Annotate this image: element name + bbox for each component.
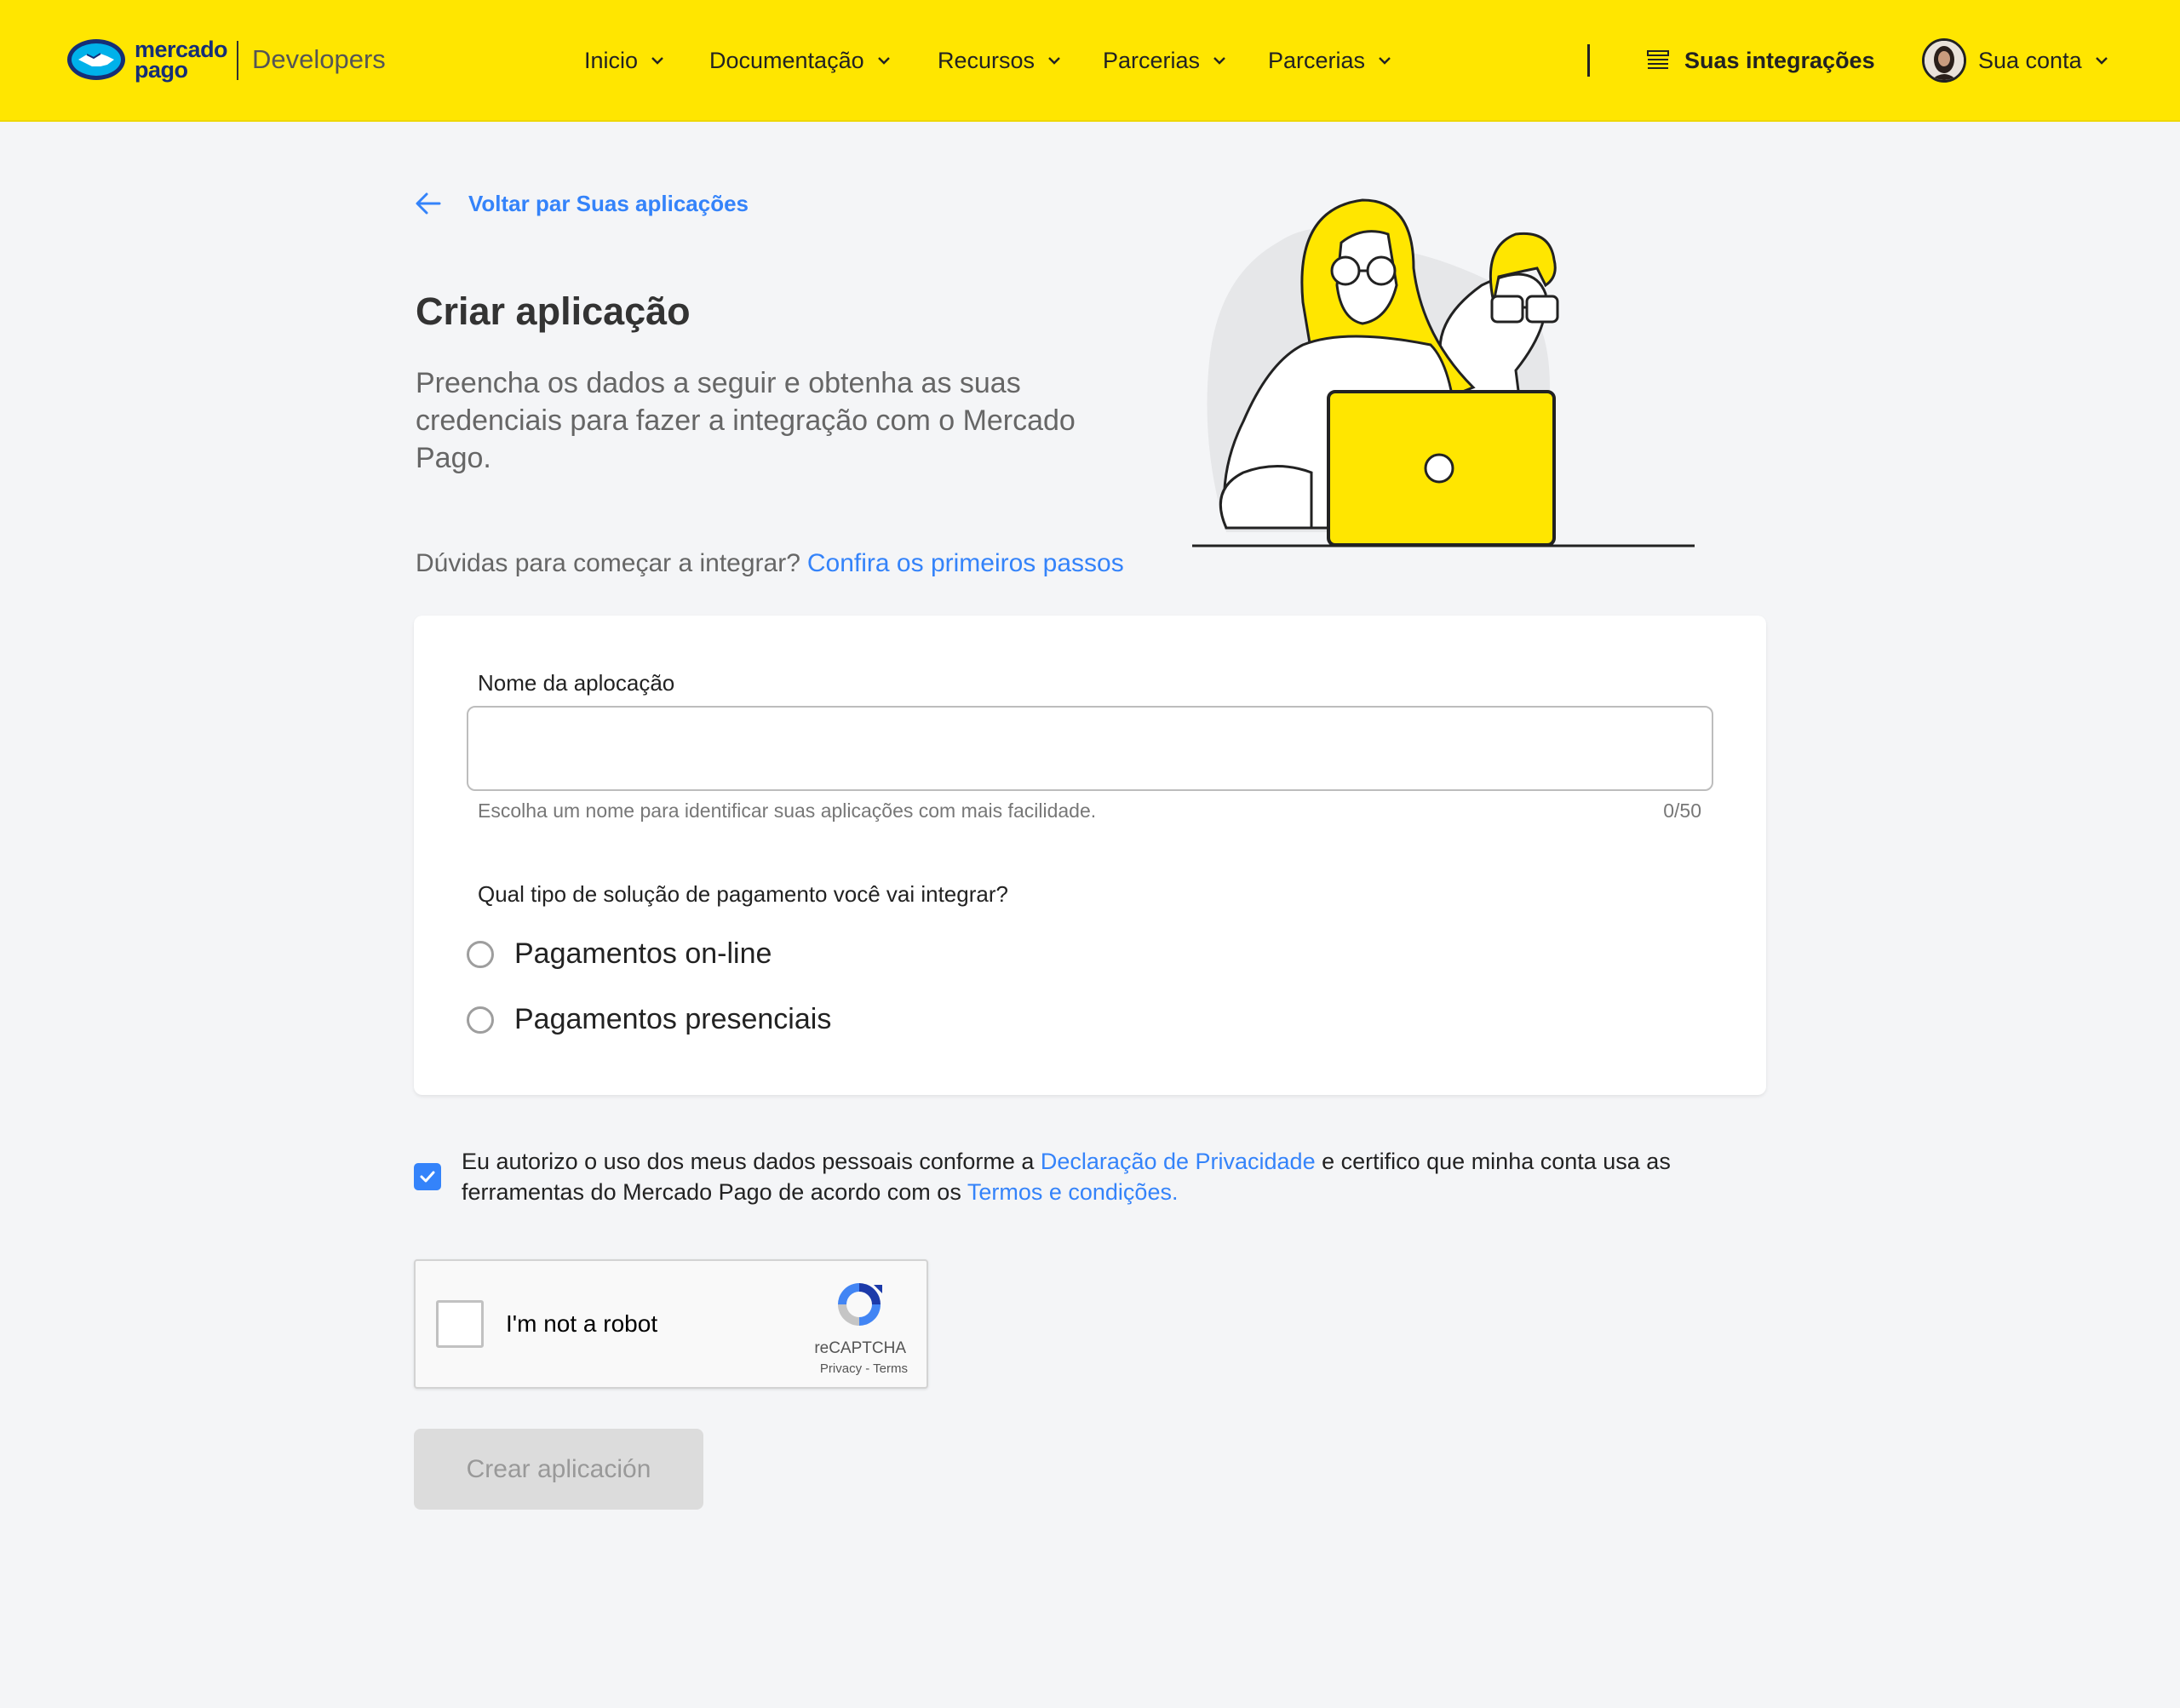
page-title: Criar aplicação <box>416 289 691 333</box>
avatar <box>1922 38 1966 83</box>
chevron-down-icon <box>1379 57 1391 65</box>
create-app-button[interactable]: Crear aplicación <box>414 1429 703 1510</box>
nav-item-parcerias[interactable]: Parcerias <box>1103 45 1227 76</box>
consent-text: Eu autorizo o uso dos meus dados pessoai… <box>462 1149 1671 1205</box>
chevron-down-icon <box>1048 57 1060 65</box>
chevron-down-icon <box>2095 57 2108 65</box>
app-name-label: Nome da aplocação <box>478 670 675 696</box>
radio-circle[interactable] <box>467 1006 494 1034</box>
terms-link[interactable]: Termos e condições. <box>967 1179 1179 1205</box>
recaptcha-links[interactable]: Privacy - Terms <box>820 1361 908 1376</box>
radio-online-payments[interactable]: Pagamentos on-line <box>467 937 772 971</box>
suas-integracoes-link[interactable]: Suas integrações <box>1645 43 1875 77</box>
logo-divider <box>237 41 238 80</box>
recaptcha-widget: I'm not a robot reCAPTCHA Privacy - Term… <box>414 1259 928 1389</box>
top-navbar: mercado pago Developers Inicio Documenta… <box>0 0 2180 122</box>
back-link[interactable]: Voltar par Suas aplicações <box>414 189 749 218</box>
payment-type-question: Qual tipo de solução de pagamento você v… <box>478 881 1008 907</box>
app-name-counter: 0/50 <box>1663 800 1701 822</box>
app-name-input[interactable] <box>467 706 1713 791</box>
mercado-pago-logo[interactable]: mercado pago <box>66 37 228 83</box>
list-icon <box>1647 50 1669 69</box>
radio-in-person-payments[interactable]: Pagamentos presenciais <box>467 1003 831 1036</box>
recaptcha-label: I'm not a robot <box>506 1310 658 1337</box>
account-menu[interactable]: Sua conta <box>1922 37 2109 83</box>
developers-label: Developers <box>252 44 386 74</box>
chevron-down-icon <box>651 57 663 65</box>
nav-item-recursos[interactable]: Recursos <box>938 45 1062 76</box>
create-app-form-card: Nome da aplocação Escolha um nome para i… <box>414 616 1766 1095</box>
recaptcha-icon <box>838 1283 882 1326</box>
nav-item-documentacao[interactable]: Documentação <box>709 45 892 76</box>
developers-illustration <box>1192 198 1695 547</box>
nav-divider <box>1587 44 1590 77</box>
radio-circle[interactable] <box>467 940 494 968</box>
doubts-line: Dúvidas para começar a integrar? Confira … <box>416 549 1124 577</box>
logo-text: mercado pago <box>135 37 228 83</box>
arrow-left-icon <box>416 192 441 215</box>
page-subtitle: Preencha os dados a seguir e obtenha as … <box>416 367 1076 474</box>
privacy-consent: Eu autorizo o uso dos meus dados pessoai… <box>414 1146 1751 1207</box>
recaptcha-brand: reCAPTCHA <box>814 1339 906 1357</box>
privacy-declaration-link[interactable]: Declaração de Privacidade <box>1041 1149 1316 1174</box>
check-icon <box>420 1171 435 1183</box>
chevron-down-icon <box>1213 57 1225 65</box>
nav-item-inicio[interactable]: Inicio <box>584 45 665 76</box>
recaptcha-checkbox[interactable] <box>436 1300 484 1348</box>
chevron-down-icon <box>877 57 890 65</box>
consent-checkbox[interactable] <box>414 1163 441 1190</box>
handshake-logo-icon <box>67 39 125 80</box>
app-name-helper: Escolha um nome para identificar suas ap… <box>478 800 1097 822</box>
first-steps-link[interactable]: Confira os primeiros passos <box>807 549 1124 577</box>
nav-item-parcerias-2[interactable]: Parcerias <box>1268 45 1392 76</box>
